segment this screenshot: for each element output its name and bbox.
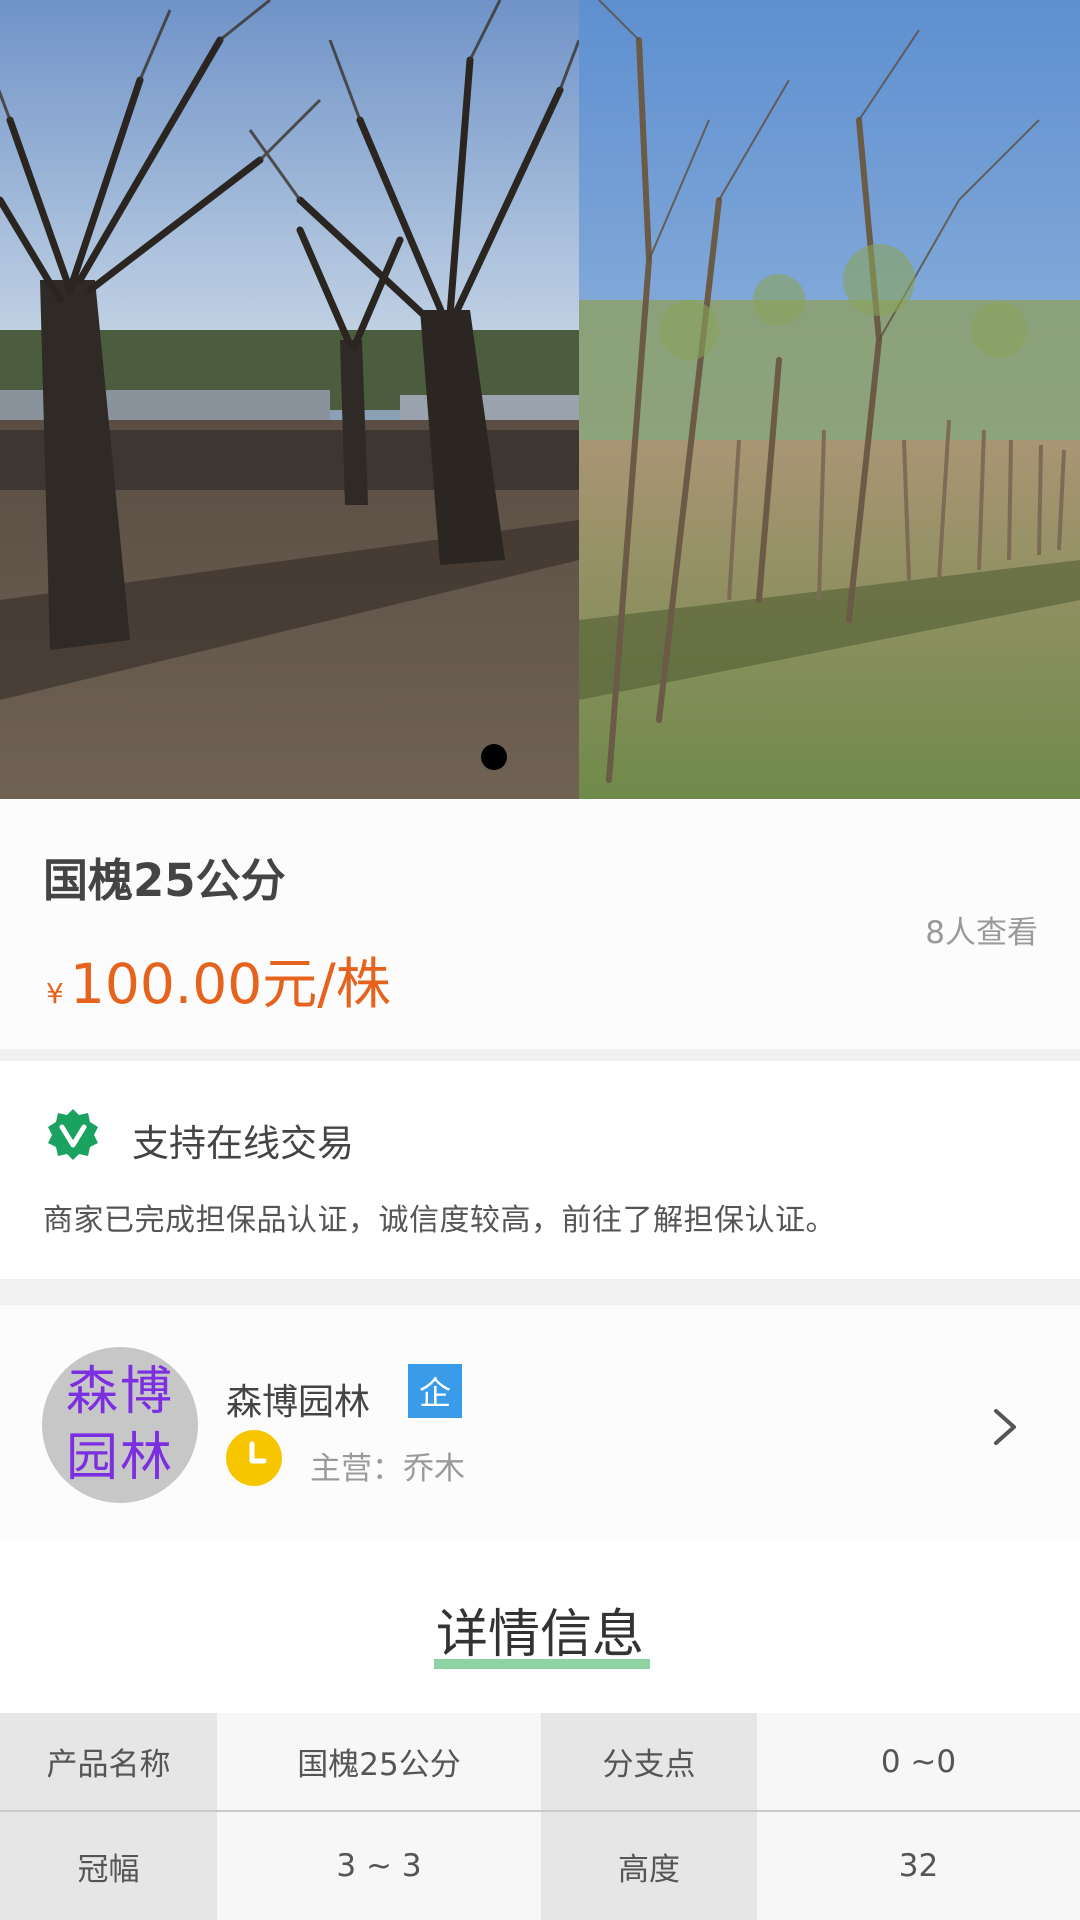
details-title-underline: [434, 1659, 650, 1669]
spec-table: 产品名称 国槐25公分 分支点 0 ~0 冠幅 3 ~ 3 高度 32: [0, 1713, 1080, 1920]
store-main-business: 主营：乔木: [310, 1451, 465, 1487]
enterprise-badge: 企: [408, 1364, 462, 1418]
view-count: 8人查看: [925, 915, 1038, 951]
avatar-text-line1: 森博: [65, 1362, 174, 1422]
spec-key: 产品名称: [0, 1713, 217, 1812]
spec-key: 高度: [541, 1811, 757, 1920]
store-card[interactable]: 森博 园林 森博园林 企 主营：乔木: [0, 1305, 1080, 1540]
section-divider: [0, 1049, 1080, 1061]
tree-field-photo: [0, 0, 579, 799]
product-summary: 国槐25公分 ¥ 100.00 元/株 8人查看: [0, 799, 1080, 1049]
spec-key: 冠幅: [0, 1811, 217, 1920]
price-unit: 元/株: [262, 952, 391, 1016]
product-price: ¥ 100.00 元/株: [46, 939, 391, 1019]
guarantee-description[interactable]: 商家已完成担保品认证，诚信度较高，前往了解担保认证。: [43, 1195, 836, 1239]
avatar-text-line2: 园林: [65, 1428, 174, 1488]
verified-badge-icon: [46, 1107, 100, 1161]
chevron-right-icon[interactable]: [990, 1405, 1020, 1449]
product-title: 国槐25公分: [43, 854, 286, 907]
sapling-grove-photo: [579, 0, 1080, 799]
guarantee-title: 支持在线交易: [132, 1122, 354, 1165]
spec-key: 分支点: [541, 1713, 757, 1812]
table-row: 产品名称 国槐25公分 分支点 0 ~0: [0, 1713, 1080, 1812]
guarantee-section[interactable]: 支持在线交易 商家已完成担保品认证，诚信度较高，前往了解担保认证。: [0, 1061, 1080, 1279]
store-name: 森博园林: [226, 1382, 371, 1423]
clock-icon: [226, 1430, 282, 1486]
carousel-indicator-dot: [481, 744, 507, 770]
price-amount: 100.00: [69, 952, 263, 1016]
spec-value: 3 ~ 3: [217, 1811, 541, 1920]
spec-value: 0 ~0: [757, 1713, 1080, 1812]
store-avatar[interactable]: 森博 园林: [42, 1347, 198, 1503]
product-image-carousel[interactable]: [0, 0, 1080, 799]
spec-value: 国槐25公分: [217, 1713, 541, 1812]
spec-value: 32: [757, 1811, 1080, 1920]
table-row: 冠幅 3 ~ 3 高度 32: [0, 1811, 1080, 1920]
price-currency: ¥: [46, 977, 64, 1010]
section-divider: [0, 1279, 1080, 1305]
details-title: 详情信息: [435, 1605, 644, 1665]
details-section-header: 详情信息: [0, 1540, 1080, 1713]
